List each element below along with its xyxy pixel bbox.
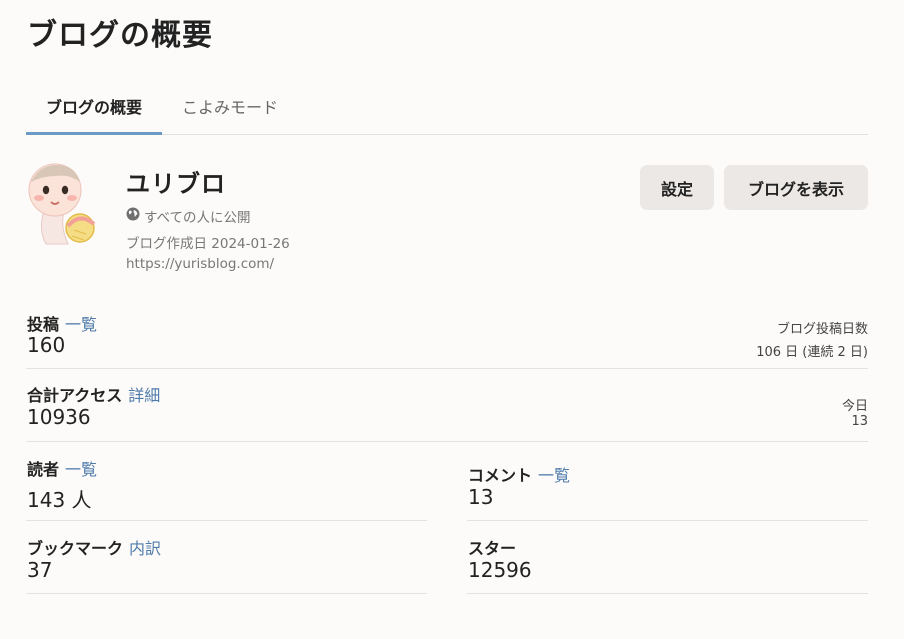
visibility-status: すべての人に公開 [126, 206, 251, 226]
readers-count: 143 人 [27, 488, 92, 512]
posts-count: 160 [27, 333, 66, 357]
comments-list-link[interactable]: 一覧 [538, 466, 570, 485]
globe-icon [126, 207, 140, 225]
blog-name: ユリブロ [126, 170, 226, 198]
comments-count: 13 [468, 485, 494, 509]
access-label-text: 合計アクセス [27, 386, 123, 405]
page-title: ブログの概要 [27, 18, 213, 53]
posting-days-label: ブログ投稿日数 [776, 322, 868, 337]
access-detail-link[interactable]: 詳細 [128, 386, 160, 405]
access-label: 合計アクセス 詳細 [27, 382, 160, 406]
divider [26, 441, 868, 442]
today-label: 今日 [841, 399, 868, 414]
bookmarks-label: ブックマーク 内訳 [27, 535, 161, 559]
bookmarks-breakdown-link[interactable]: 内訳 [129, 539, 161, 558]
posting-days-value: 106 日 (連続 2 日) [756, 345, 868, 360]
divider [26, 593, 427, 594]
created-date: ブログ作成日 2024-01-26 [126, 236, 290, 252]
view-blog-button[interactable]: ブログを表示 [724, 165, 868, 210]
readers-label-text: 読者 [27, 460, 60, 479]
stars-label: スター [468, 539, 517, 558]
comments-label-text: コメント [468, 466, 533, 485]
bookmarks-label-text: ブックマーク [27, 539, 124, 558]
settings-button[interactable]: 設定 [640, 165, 714, 210]
posts-label: 投稿 一覧 [27, 311, 97, 335]
access-count: 10936 [27, 405, 91, 429]
readers-label: 読者 一覧 [27, 456, 97, 480]
blog-avatar [24, 160, 100, 248]
divider [26, 368, 868, 369]
divider [467, 593, 868, 594]
comments-label: コメント 一覧 [468, 462, 570, 486]
divider [26, 520, 427, 521]
tab-calendar-mode[interactable]: こよみモード [162, 88, 298, 135]
blog-url: https://yurisblog.com/ [126, 256, 275, 272]
readers-list-link[interactable]: 一覧 [65, 460, 97, 479]
visibility-label: すべての人に公開 [144, 210, 251, 226]
posts-list-link[interactable]: 一覧 [65, 315, 97, 334]
tab-blog-overview[interactable]: ブログの概要 [26, 88, 163, 135]
divider [467, 520, 868, 521]
tab-bar: ブログの概要 こよみモード [26, 88, 868, 135]
posts-label-text: 投稿 [27, 315, 60, 334]
bookmarks-count: 37 [27, 558, 53, 582]
stars-count: 12596 [468, 558, 532, 582]
today-value: 13 [851, 414, 868, 429]
